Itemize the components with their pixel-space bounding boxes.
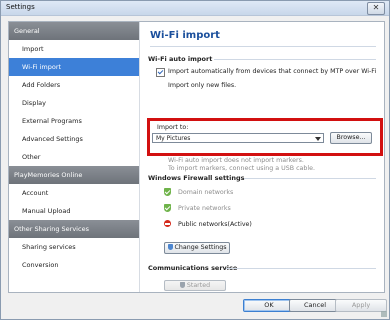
sidebar: General Import Wi-Fi import Add Folders … bbox=[9, 22, 140, 292]
main-panel: Wi-Fi import Wi-Fi auto import Import au… bbox=[140, 22, 384, 292]
communications-heading: Communications service bbox=[148, 264, 238, 272]
apply-button[interactable]: Apply bbox=[335, 299, 387, 312]
sidebar-item-wifi-import[interactable]: Wi-Fi import bbox=[9, 58, 139, 76]
settings-content: General Import Wi-Fi import Add Folders … bbox=[8, 21, 385, 293]
sidebar-group-playmemories-online[interactable]: PlayMemories Online bbox=[9, 166, 139, 184]
sidebar-item-account[interactable]: Account bbox=[9, 184, 139, 202]
window-title: Settings bbox=[6, 3, 35, 11]
section-divider bbox=[244, 178, 376, 179]
import-to-value: My Pictures bbox=[156, 135, 191, 142]
ok-button[interactable]: OK bbox=[243, 299, 295, 312]
sidebar-item-import[interactable]: Import bbox=[9, 40, 139, 58]
change-settings-label: Change Settings bbox=[174, 244, 227, 251]
sidebar-item-advanced-settings[interactable]: Advanced Settings bbox=[9, 130, 139, 148]
title-divider bbox=[150, 46, 376, 47]
import-to-label: Import to: bbox=[157, 124, 189, 131]
sidebar-group-general[interactable]: General bbox=[9, 22, 139, 40]
section-divider bbox=[214, 59, 376, 60]
auto-import-checkbox-label: Import automatically from devices that c… bbox=[168, 68, 377, 75]
import-only-new-note: Import only new files. bbox=[168, 82, 237, 89]
change-settings-button[interactable]: Change Settings bbox=[164, 242, 230, 254]
shield-icon bbox=[179, 282, 185, 288]
settings-window: Settings ✕ General Import Wi-Fi import A… bbox=[0, 0, 390, 320]
close-button[interactable]: ✕ bbox=[367, 2, 385, 15]
wifi-auto-import-heading: Wi-Fi auto import bbox=[148, 55, 213, 63]
started-button[interactable]: Started bbox=[164, 280, 226, 291]
admin-shield-icon bbox=[167, 244, 173, 250]
sidebar-item-manual-upload[interactable]: Manual Upload bbox=[9, 202, 139, 220]
resize-grip[interactable] bbox=[381, 311, 387, 317]
started-label: Started bbox=[186, 282, 211, 289]
public-networks-label: Public networks(Active) bbox=[178, 221, 252, 228]
firewall-heading: Windows Firewall settings bbox=[148, 174, 245, 182]
auto-import-checkbox[interactable] bbox=[156, 68, 165, 77]
private-networks-label: Private networks bbox=[178, 205, 231, 212]
sidebar-item-add-folders[interactable]: Add Folders bbox=[9, 76, 139, 94]
sidebar-item-conversion[interactable]: Conversion bbox=[9, 256, 139, 274]
sidebar-item-display[interactable]: Display bbox=[9, 94, 139, 112]
markers-note-line1: Wi-Fi auto import does not import marker… bbox=[168, 157, 304, 164]
domain-networks-label: Domain networks bbox=[178, 189, 234, 196]
cancel-button[interactable]: Cancel bbox=[289, 299, 341, 312]
sidebar-item-sharing-services[interactable]: Sharing services bbox=[9, 238, 139, 256]
section-divider bbox=[226, 268, 376, 269]
shield-check-icon bbox=[164, 188, 171, 196]
sidebar-group-other-sharing-services[interactable]: Other Sharing Services bbox=[9, 220, 139, 238]
sidebar-item-external-programs[interactable]: External Programs bbox=[9, 112, 139, 130]
page-title: Wi-Fi import bbox=[150, 30, 220, 41]
markers-note-line2: To import markers, connect using a USB c… bbox=[168, 165, 316, 172]
browse-button[interactable]: Browse... bbox=[330, 132, 372, 144]
sidebar-item-other[interactable]: Other bbox=[9, 148, 139, 166]
chevron-down-icon bbox=[315, 137, 321, 141]
close-icon: ✕ bbox=[372, 3, 380, 12]
title-bar: Settings ✕ bbox=[1, 1, 389, 16]
import-to-select[interactable]: My Pictures bbox=[152, 133, 324, 143]
shield-check-icon bbox=[164, 204, 171, 212]
no-entry-icon bbox=[164, 220, 171, 227]
